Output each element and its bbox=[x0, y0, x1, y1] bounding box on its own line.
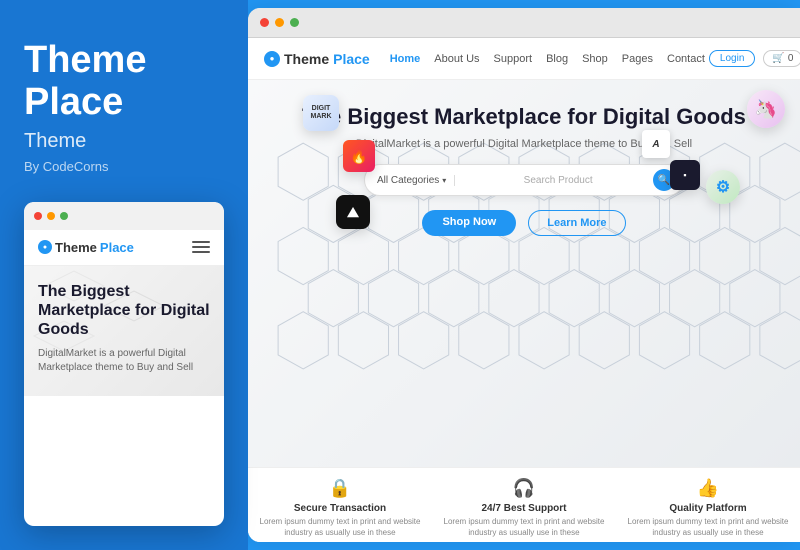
search-icon: 🔍 bbox=[658, 175, 670, 186]
floating-icon-6: ⚙ bbox=[706, 170, 740, 204]
app-subtitle: Theme bbox=[24, 130, 224, 153]
mobile-hero-title: The Biggest Marketplace for Digital Good… bbox=[38, 282, 210, 340]
floating-icon-2-text: 🦄 bbox=[755, 99, 777, 120]
website-preview: ● ThemePlace Home About Us Support Blog … bbox=[248, 38, 800, 542]
floating-icon-4: 🔥 bbox=[343, 140, 375, 172]
secure-title: Secure Transaction bbox=[256, 503, 424, 514]
nav-item-contact[interactable]: Contact bbox=[667, 53, 705, 65]
app-author: By CodeCorns bbox=[24, 159, 224, 174]
mobile-hamburger-icon[interactable] bbox=[192, 241, 210, 253]
browser-dot-yellow bbox=[275, 18, 284, 27]
nav-item-shop[interactable]: Shop bbox=[582, 53, 608, 65]
dot-yellow bbox=[47, 212, 55, 220]
site-logo: ● ThemePlace bbox=[264, 51, 370, 67]
mobile-hero: The Biggest Marketplace for Digital Good… bbox=[24, 266, 224, 396]
left-panel: ThemePlace Theme By CodeCorns ● ThemePla… bbox=[0, 0, 248, 550]
hero-title: The Biggest Marketplace for Digital Good… bbox=[276, 104, 772, 130]
support-title: 24/7 Best Support bbox=[440, 503, 608, 514]
right-panel: ● ThemePlace Home About Us Support Blog … bbox=[248, 8, 800, 542]
search-category-label: All Categories bbox=[377, 175, 439, 186]
mobile-nav: ● ThemePlace bbox=[24, 230, 224, 266]
dot-red bbox=[34, 212, 42, 220]
chevron-down-icon: ▾ bbox=[442, 176, 446, 185]
mobile-hero-desc: DigitalMarket is a powerful Digital Mark… bbox=[38, 347, 210, 375]
secure-desc: Lorem ipsum dummy text in print and webs… bbox=[256, 517, 424, 538]
nav-item-support[interactable]: Support bbox=[494, 53, 533, 65]
mobile-browser-bar bbox=[24, 202, 224, 230]
shop-now-button[interactable]: Shop Now bbox=[422, 210, 516, 236]
features-bar: 🔒 Secure Transaction Lorem ipsum dummy t… bbox=[248, 467, 800, 542]
secure-icon: 🔒 bbox=[256, 478, 424, 499]
floating-icon-5-text: ⛰ bbox=[347, 204, 359, 221]
floating-icon-6-text: ⚙ bbox=[716, 177, 730, 197]
floating-icon-3-text: ▪ bbox=[683, 170, 686, 180]
floating-icon-1: DIGITMARK bbox=[303, 95, 339, 131]
floating-icon-7: A bbox=[642, 130, 670, 158]
floating-icon-3: ▪ bbox=[670, 160, 700, 190]
feature-secure: 🔒 Secure Transaction Lorem ipsum dummy t… bbox=[248, 478, 432, 538]
learn-more-button[interactable]: Learn More bbox=[528, 210, 625, 236]
app-title-text: ThemePlace bbox=[24, 40, 224, 124]
floating-icon-1-text: DIGITMARK bbox=[311, 105, 332, 120]
nav-items: Home About Us Support Blog Shop Pages Co… bbox=[390, 53, 705, 65]
browser-dot-green bbox=[290, 18, 299, 27]
site-logo-theme: Theme bbox=[284, 51, 329, 67]
nav-cart-button[interactable]: 🛒 0 bbox=[763, 50, 800, 67]
nav-item-about[interactable]: About Us bbox=[434, 53, 479, 65]
floating-icon-2: 🦄 bbox=[747, 90, 785, 128]
mobile-logo-theme: Theme bbox=[55, 240, 97, 255]
support-desc: Lorem ipsum dummy text in print and webs… bbox=[440, 517, 608, 538]
nav-item-blog[interactable]: Blog bbox=[546, 53, 568, 65]
dot-green bbox=[60, 212, 68, 220]
nav-login-button[interactable]: Login bbox=[709, 50, 755, 67]
mobile-preview: ● ThemePlace The Biggest Marketplace for… bbox=[24, 202, 224, 526]
floating-icon-7-text: A bbox=[652, 139, 659, 150]
search-input-placeholder[interactable]: Search Product bbox=[463, 175, 653, 186]
quality-title: Quality Platform bbox=[624, 503, 792, 514]
quality-desc: Lorem ipsum dummy text in print and webs… bbox=[624, 517, 792, 538]
browser-dot-red bbox=[260, 18, 269, 27]
mobile-logo: ● ThemePlace bbox=[38, 240, 134, 255]
floating-icon-4-text: 🔥 bbox=[350, 148, 367, 165]
mobile-logo-place: Place bbox=[100, 240, 134, 255]
site-logo-icon: ● bbox=[264, 51, 280, 67]
nav-item-home[interactable]: Home bbox=[390, 53, 421, 65]
site-logo-place: Place bbox=[333, 51, 370, 67]
cart-count: 0 bbox=[788, 53, 794, 64]
search-category[interactable]: All Categories ▾ bbox=[377, 175, 455, 186]
browser-bar bbox=[248, 8, 800, 38]
quality-icon: 👍 bbox=[624, 478, 792, 499]
mobile-logo-icon: ● bbox=[38, 240, 52, 254]
support-icon: 🎧 bbox=[440, 478, 608, 499]
search-bar[interactable]: All Categories ▾ Search Product 🔍 bbox=[364, 164, 684, 196]
site-nav: ● ThemePlace Home About Us Support Blog … bbox=[248, 38, 800, 80]
hero-section: DIGITMARK 🦄 ▪ 🔥 ⛰ ⚙ A The Biggest Market… bbox=[248, 80, 800, 467]
app-title: ThemePlace Theme By CodeCorns bbox=[24, 40, 224, 202]
feature-quality: 👍 Quality Platform Lorem ipsum dummy tex… bbox=[616, 478, 800, 538]
feature-support: 🎧 24/7 Best Support Lorem ipsum dummy te… bbox=[432, 478, 616, 538]
nav-item-pages[interactable]: Pages bbox=[622, 53, 653, 65]
cart-icon: 🛒 bbox=[772, 53, 784, 64]
floating-icon-5: ⛰ bbox=[336, 195, 370, 229]
